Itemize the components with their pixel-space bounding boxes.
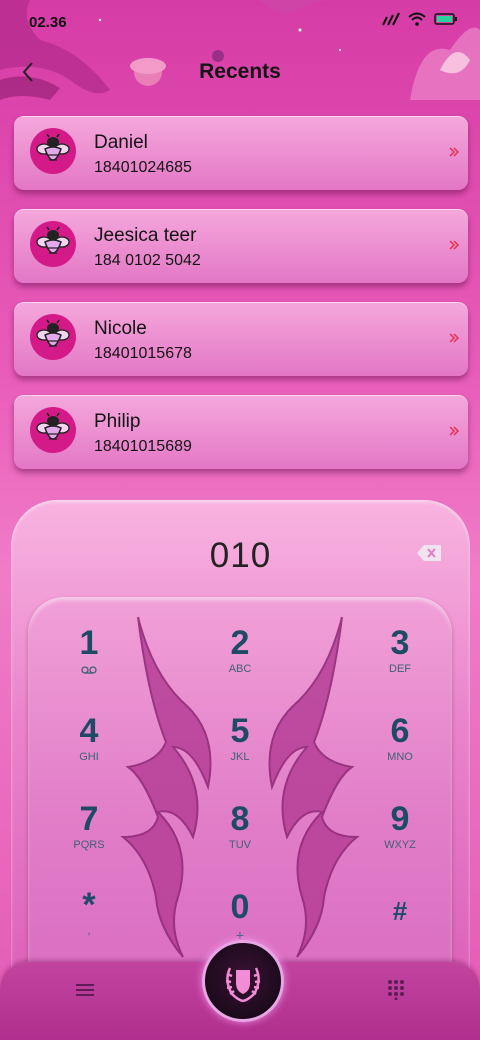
call-button[interactable] <box>202 940 284 1022</box>
laurel-shield-icon <box>225 967 261 1003</box>
key-digit: 6 <box>390 712 410 750</box>
key-star[interactable]: * , <box>44 887 134 957</box>
key-digit: 3 <box>390 624 410 662</box>
key-1[interactable]: 1 <box>44 625 134 695</box>
avatar <box>30 314 76 360</box>
contact-number: 184 0102 5042 <box>94 252 201 269</box>
contact-name: Nicole <box>94 318 147 339</box>
key-hash[interactable]: # <box>355 893 445 963</box>
contact-name: Daniel <box>94 132 148 153</box>
page-title: Recents <box>199 60 281 83</box>
menu-icon[interactable] <box>74 980 96 1000</box>
key-letters: GHI <box>79 751 99 763</box>
dialpad-icon[interactable] <box>386 978 406 1000</box>
avatar <box>30 221 76 267</box>
key-letters: TUV <box>229 839 251 851</box>
key-7[interactable]: 7 PQRS <box>44 801 134 871</box>
bee-icon <box>36 319 70 347</box>
contact-name: Jeesica teer <box>94 225 197 246</box>
contact-name: Philip <box>94 411 141 432</box>
key-digit: 4 <box>79 712 99 750</box>
key-letters: , <box>87 925 91 937</box>
dial-input[interactable]: 010 <box>11 536 470 576</box>
key-digit: 2 <box>230 624 250 662</box>
key-letters: MNO <box>387 751 413 763</box>
contact-number: 18401015689 <box>94 438 192 455</box>
key-digit: 5 <box>230 712 250 750</box>
key-9[interactable]: 9 WXYZ <box>355 801 445 871</box>
avatar <box>30 407 76 453</box>
key-digit: * <box>82 886 96 924</box>
key-digit: 9 <box>390 800 410 838</box>
contact-card-daniel[interactable]: Daniel 18401024685 <box>14 116 468 190</box>
key-3[interactable]: 3 DEF <box>355 625 445 695</box>
key-4[interactable]: 4 GHI <box>44 713 134 783</box>
double-chevron-right-icon[interactable] <box>448 146 460 158</box>
key-letters: JKL <box>230 751 250 763</box>
avatar <box>30 128 76 174</box>
key-digit: 0 <box>230 888 250 926</box>
contact-card-jeesica[interactable]: Jeesica teer 184 0102 5042 <box>14 209 468 283</box>
voicemail-icon <box>81 666 97 674</box>
key-letters: WXYZ <box>384 839 416 851</box>
key-5[interactable]: 5 JKL <box>195 713 285 783</box>
key-letters: ABC <box>228 663 252 675</box>
double-chevron-right-icon[interactable] <box>448 239 460 251</box>
key-letters: PQRS <box>73 839 105 851</box>
key-2[interactable]: 2 ABC <box>195 625 285 695</box>
recents-list: Daniel 18401024685 Jeesica teer 184 0102… <box>14 116 468 488</box>
bee-icon <box>36 226 70 254</box>
key-digit: 8 <box>230 800 250 838</box>
header: Recents <box>0 52 480 96</box>
key-digit: # <box>392 896 408 926</box>
contact-card-philip[interactable]: Philip 18401015689 <box>14 395 468 469</box>
contact-card-nicole[interactable]: Nicole 18401015678 <box>14 302 468 376</box>
key-6[interactable]: 6 MNO <box>355 713 445 783</box>
double-chevron-right-icon[interactable] <box>448 425 460 437</box>
key-digit: 7 <box>79 800 99 838</box>
double-chevron-right-icon[interactable] <box>448 332 460 344</box>
key-letters: DEF <box>389 663 411 675</box>
bee-icon <box>36 412 70 440</box>
key-digit: 1 <box>79 624 99 662</box>
contact-number: 18401024685 <box>94 159 192 176</box>
bee-icon <box>36 133 70 161</box>
key-8[interactable]: 8 TUV <box>195 801 285 871</box>
backspace-icon[interactable] <box>416 544 442 562</box>
contact-number: 18401015678 <box>94 345 192 362</box>
